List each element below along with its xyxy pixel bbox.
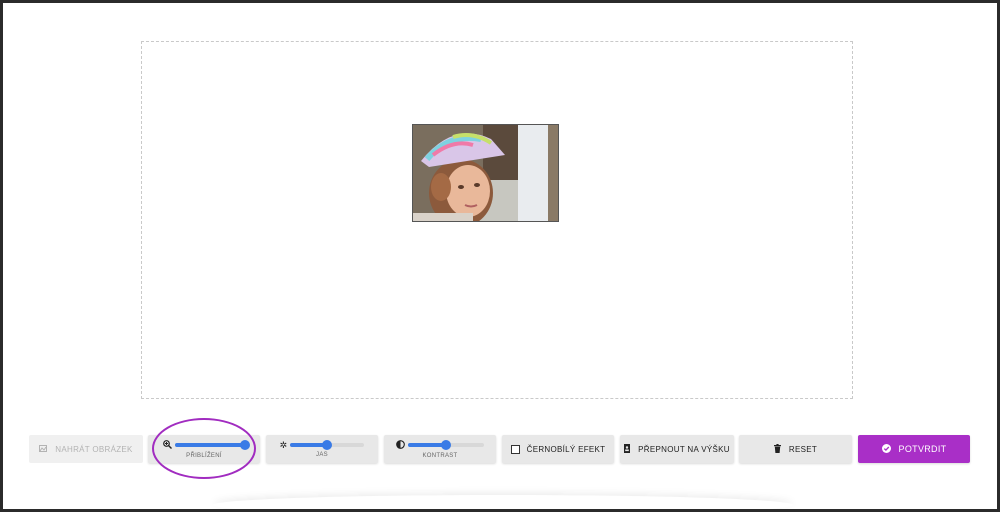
brightness-control: ✲ JAS [266,435,378,463]
reset-button[interactable]: RESET [739,435,852,463]
brightness-label: JAS [316,451,328,458]
switch-orientation-button[interactable]: PŘEPNOUT NA VÝŠKU [620,435,734,463]
contrast-label: KONTRAST [422,452,458,459]
image-preview[interactable] [412,124,559,222]
black-white-checkbox[interactable] [510,444,520,454]
highlight-annotation [152,418,256,479]
image-icon [39,444,48,454]
bottom-shadow [213,495,793,509]
editor-window: NAHRÁT OBRÁZEK PŘIBLÍŽENÍ ✲ JAS KONTRAST… [3,3,997,509]
black-white-toggle[interactable]: ČERNOBÍLÝ EFEKT [502,435,614,463]
confirm-button[interactable]: POTVRDIT [858,435,970,463]
black-white-label: ČERNOBÍLÝ EFEKT [526,444,606,454]
reset-label: RESET [788,444,818,454]
brightness-slider-thumb[interactable] [322,440,333,450]
contrast-slider-thumb[interactable] [441,440,451,450]
switch-orientation-label: PŘEPNOUT NA VÝŠKU [638,444,730,454]
confirm-label: POTVRDIT [898,444,947,454]
contrast-control: KONTRAST [384,435,496,463]
check-circle-icon [881,443,891,455]
upload-image-button[interactable]: NAHRÁT OBRÁZEK [29,435,143,463]
brightness-slider[interactable] [290,440,365,450]
contrast-icon [396,439,405,451]
portrait-icon [624,443,631,455]
upload-image-label: NAHRÁT OBRÁZEK [55,444,133,454]
brightness-icon: ✲ [279,439,288,450]
trash-icon [773,443,781,455]
contrast-slider[interactable] [408,440,484,450]
photo-image [413,125,558,221]
